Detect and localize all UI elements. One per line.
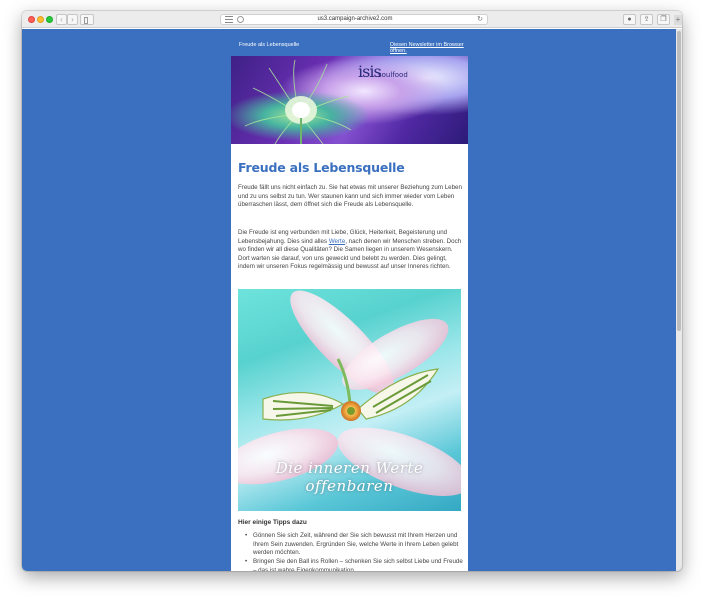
- new-tab-button[interactable]: +: [674, 15, 682, 25]
- werte-link[interactable]: Werte: [329, 238, 345, 245]
- scrollbar-thumb[interactable]: [677, 31, 681, 331]
- browser-toolbar: ‹ › us3.campaign-archive2.com ↻ ● ⇪ ❐ +: [22, 11, 682, 28]
- list-item: Gönnen Sie sich Zeit, während der Sie si…: [245, 532, 463, 558]
- tabs-icon: ❐: [660, 16, 667, 23]
- back-button[interactable]: ‹: [56, 14, 67, 25]
- chevron-left-icon: ‹: [60, 15, 63, 24]
- forward-button[interactable]: ›: [67, 14, 78, 25]
- info-icon: ●: [627, 16, 632, 23]
- flower-illustration: [244, 59, 352, 144]
- newsletter-content: Freude als Lebensquelle Freude fällt uns…: [231, 144, 468, 571]
- tips-list: Gönnen Sie sich Zeit, während der Sie si…: [245, 532, 463, 571]
- tab-overview-button[interactable]: ❐: [657, 14, 670, 25]
- sidebar-toggle-button[interactable]: [80, 14, 94, 25]
- share-icon: ⇪: [643, 16, 650, 23]
- image-caption: Die inneren Werte offenbaren: [275, 459, 424, 495]
- reload-icon[interactable]: ↻: [477, 15, 483, 24]
- browser-window: ‹ › us3.campaign-archive2.com ↻ ● ⇪ ❐ + …: [22, 11, 682, 571]
- downloads-button[interactable]: ●: [623, 14, 636, 25]
- share-button[interactable]: ⇪: [640, 14, 653, 25]
- intro-paragraph: Freude fällt uns nicht einfach zu. Sie h…: [238, 184, 462, 209]
- newsletter-preheader: Freude als Lebensquelle Diesen Newslette…: [231, 40, 467, 54]
- chevron-right-icon: ›: [71, 15, 74, 24]
- page-scrollbar[interactable]: [676, 29, 682, 571]
- preheader-title: Freude als Lebensquelle: [239, 42, 300, 48]
- address-bar[interactable]: us3.campaign-archive2.com ↻: [220, 14, 488, 25]
- isis-soulfood-logo: isis soulfood: [358, 62, 418, 90]
- minimize-window-button[interactable]: [37, 16, 44, 23]
- logo-text: soulfood: [378, 71, 408, 79]
- feature-flower-image: Die inneren Werte offenbaren: [238, 289, 461, 511]
- maximize-window-button[interactable]: [46, 16, 53, 23]
- tips-heading: Hier einige Tipps dazu: [238, 519, 307, 526]
- list-item: Bringen Sie den Ball ins Rollen – schenk…: [245, 558, 463, 571]
- plus-icon: +: [675, 15, 681, 24]
- header-banner-image: isis soulfood: [231, 56, 468, 144]
- url-text[interactable]: us3.campaign-archive2.com: [221, 16, 489, 22]
- values-paragraph: Die Freude ist eng verbunden mit Liebe, …: [238, 229, 462, 272]
- page-viewport[interactable]: Freude als Lebensquelle Diesen Newslette…: [22, 29, 682, 571]
- close-window-button[interactable]: [28, 16, 35, 23]
- view-in-browser-link[interactable]: Diesen Newsletter im Browser öffnen.: [390, 42, 466, 54]
- article-headline: Freude als Lebensquelle: [238, 160, 405, 175]
